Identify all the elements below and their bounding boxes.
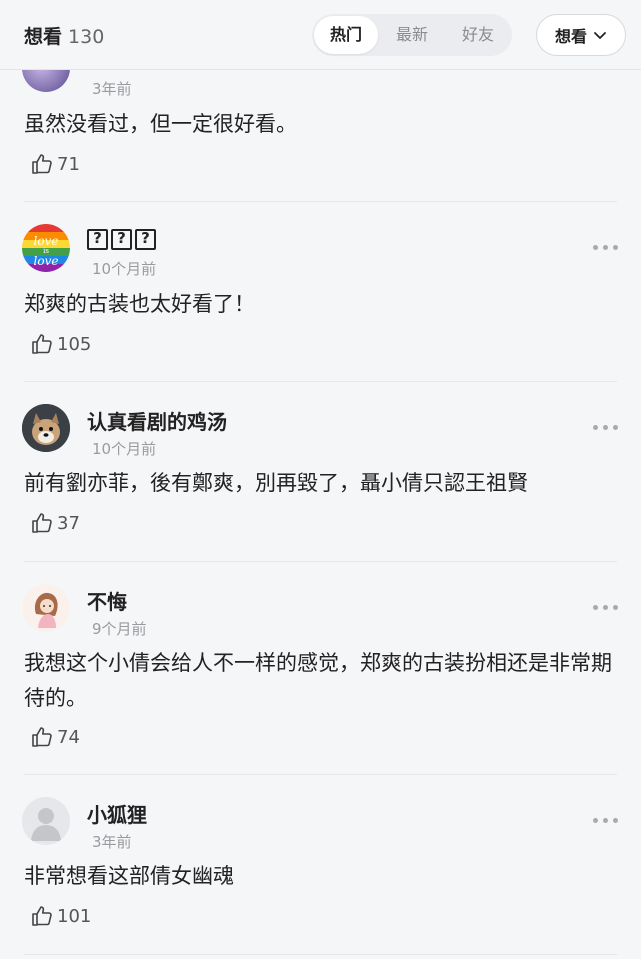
user-name[interactable] [87, 228, 159, 254]
more-options-icon[interactable] [592, 815, 620, 825]
more-options-icon[interactable] [592, 242, 620, 252]
divider [24, 774, 617, 775]
tab-latest[interactable]: 最新 [380, 14, 444, 56]
want-count: 130 [68, 26, 105, 48]
like-count: 37 [57, 512, 80, 534]
tab-friends[interactable]: 好友 [446, 14, 510, 56]
user-name[interactable]: 认真看剧的鸡汤 [87, 406, 227, 435]
svg-text:love: love [34, 254, 59, 268]
svg-text:love: love [34, 234, 59, 248]
user-avatar[interactable] [22, 404, 70, 452]
like-count: 71 [57, 153, 80, 175]
sort-tabs: 热门 最新 好友 [312, 14, 512, 56]
user-avatar[interactable] [22, 584, 70, 632]
girl-avatar-icon [22, 584, 70, 632]
dog-avatar-icon [22, 404, 70, 452]
filter-label: 想看 [554, 27, 587, 46]
thumbs-up-icon [32, 154, 52, 174]
comment-text: 非常想看这部倩女幽魂 [24, 864, 234, 888]
comment-text: 虽然没看过，但一定很好看。 [24, 112, 297, 136]
divider [24, 201, 617, 202]
divider [24, 561, 617, 562]
chevron-down-icon [594, 32, 606, 39]
unknown-glyph-icon [135, 229, 156, 250]
like-button[interactable]: 101 [30, 902, 91, 930]
default-avatar-icon [22, 797, 70, 845]
header-bar: 想看 130 热门 最新 好友 想看 [0, 0, 641, 70]
user-avatar[interactable]: love is love [22, 224, 70, 272]
comment-time: 3年前 [92, 80, 132, 98]
like-button[interactable]: 71 [30, 150, 80, 178]
divider [24, 954, 617, 955]
comment-time: 9个月前 [92, 620, 147, 638]
page-title: 想看 130 [24, 22, 104, 49]
tab-hot[interactable]: 热门 [314, 16, 378, 54]
more-options-icon[interactable] [592, 602, 620, 612]
like-button[interactable]: 105 [30, 330, 91, 358]
unknown-glyph-icon [87, 229, 108, 250]
like-count: 101 [57, 905, 92, 927]
unknown-glyph-icon [111, 229, 132, 250]
thumbs-up-icon [32, 334, 52, 354]
comment-text: 前有劉亦菲，後有鄭爽，別再毀了，聶小倩只認王祖賢 [24, 471, 528, 495]
divider [24, 381, 617, 382]
comment-time: 10个月前 [92, 260, 157, 278]
like-count: 105 [57, 333, 92, 355]
comment-text: 我想这个小倩会给人不一样的感觉，郑爽的古装扮相还是非常期待的。 [24, 651, 612, 710]
comment-text: 郑爽的古装也太好看了！ [24, 292, 255, 316]
rainbow-love-avatar-icon: love is love [22, 224, 70, 272]
like-count: 74 [57, 726, 80, 748]
filter-dropdown[interactable]: 想看 [536, 14, 626, 56]
user-avatar[interactable] [22, 797, 70, 845]
more-options-icon[interactable] [592, 422, 620, 432]
comment-time: 3年前 [92, 833, 132, 851]
thumbs-up-icon [32, 906, 52, 926]
user-name[interactable]: 小狐狸 [87, 799, 147, 828]
comment-time: 10个月前 [92, 440, 157, 458]
like-button[interactable]: 37 [30, 509, 80, 537]
thumbs-up-icon [32, 513, 52, 533]
user-name[interactable]: 不悔 [87, 586, 127, 615]
thumbs-up-icon [32, 727, 52, 747]
title-label: 想看 [24, 26, 63, 48]
like-button[interactable]: 74 [30, 723, 80, 751]
